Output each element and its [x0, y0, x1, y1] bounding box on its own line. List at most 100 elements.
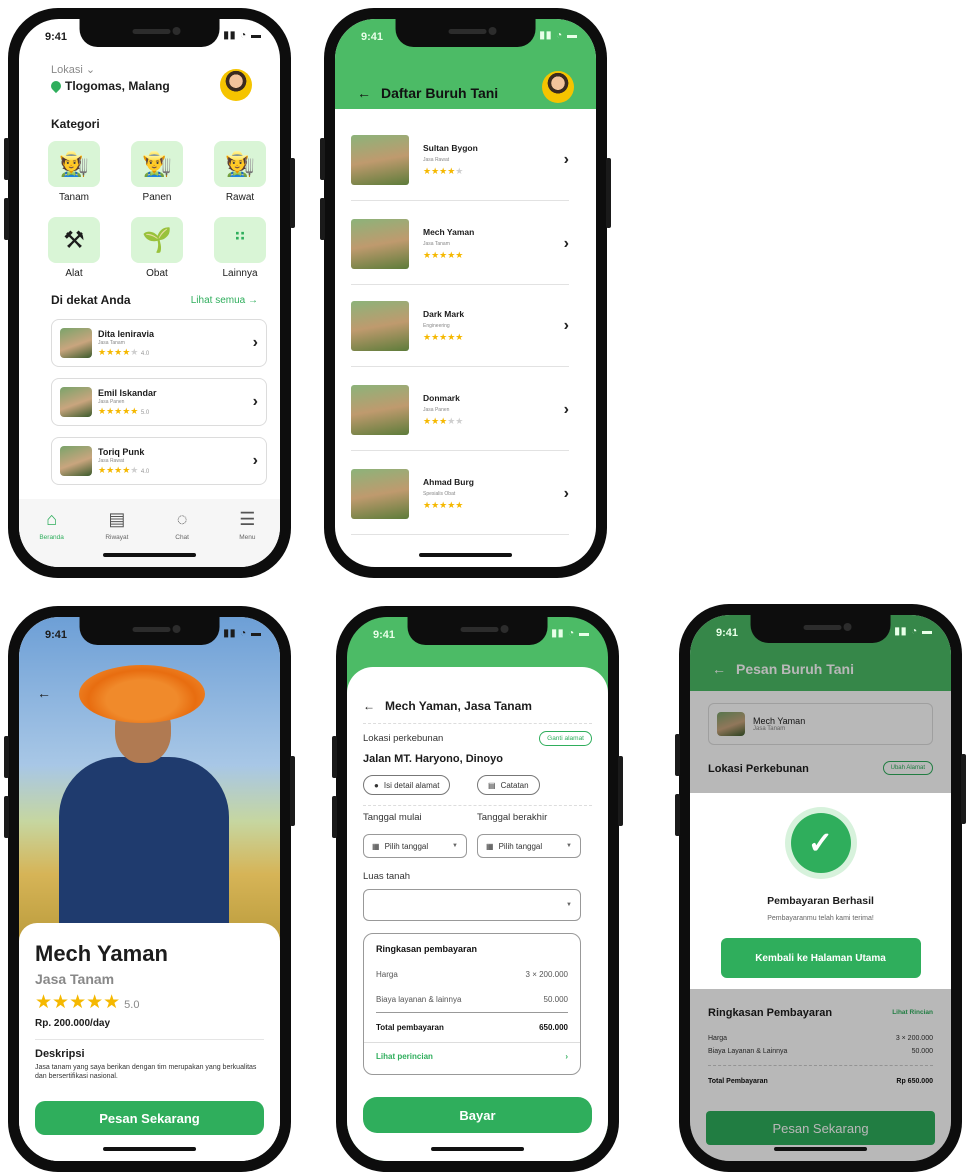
- chevron-right-icon: ›: [563, 234, 569, 252]
- chat-icon: ◌: [176, 509, 188, 529]
- category-lainnya[interactable]: ⠛ Lainnya: [213, 217, 267, 279]
- location-pin-icon: ●: [374, 780, 379, 790]
- calendar-icon: ▦: [486, 841, 494, 851]
- category-panen[interactable]: 👨‍🌾 Panen: [130, 141, 184, 203]
- description-title: Deskripsi: [35, 1048, 85, 1060]
- phone-list: 9:41 ▮▮ ◔ ▬ ← Daftar Buruh Tani Sultan Byg…: [320, 8, 611, 578]
- dropdown-icon: ▼: [566, 843, 572, 849]
- chevron-right-icon: ›: [563, 150, 569, 168]
- home-icon: ⌂: [46, 509, 58, 529]
- worker-hero-photo: [19, 617, 280, 947]
- rating-stars: ★★★★★: [423, 165, 464, 176]
- back-arrow-icon[interactable]: ←: [357, 85, 371, 101]
- phone-order: 9:41 ▮▮ ◔ ▬ ← Mech Yaman, Jasa Tanam Lokas…: [332, 606, 623, 1172]
- pay-button[interactable]: Bayar: [363, 1097, 592, 1133]
- see-all-link[interactable]: Lihat semua →: [191, 295, 258, 306]
- order-screen: 9:41 ▮▮ ◔ ▬ ← Mech Yaman, Jasa Tanam Lokas…: [347, 617, 608, 1161]
- nearby-card[interactable]: Emil Iskandar Jasa Panen ★★★★★ 5.0 ›: [51, 378, 267, 426]
- nav-beranda[interactable]: ⌂ Beranda: [27, 509, 77, 567]
- note-chip[interactable]: ▤ Catatan: [477, 775, 540, 795]
- note-icon: ▤: [488, 780, 496, 790]
- order-now-button[interactable]: Pesan Sekarang: [35, 1101, 264, 1135]
- list-screen: 9:41 ▮▮ ◔ ▬ ← Daftar Buruh Tani Sultan Byg…: [335, 19, 596, 567]
- worker-photo: [351, 218, 409, 269]
- rating-stars: ★★★★★ 4.0: [98, 346, 150, 357]
- start-date-select[interactable]: ▦ Pilih tanggal ▼: [363, 834, 467, 858]
- worker-photo: [60, 328, 92, 358]
- worker-photo: [60, 446, 92, 476]
- nav-menu[interactable]: ☰ Menu: [222, 509, 272, 567]
- back-arrow-icon[interactable]: ←: [363, 699, 375, 713]
- chevron-right-icon: ›: [563, 400, 569, 418]
- worker-row[interactable]: Mech Yaman Jasa Tanam ★★★★★ ›: [351, 203, 569, 285]
- status-time: 9:41: [45, 31, 68, 43]
- order-form-card: ← Mech Yaman, Jasa Tanam Lokasi perkebuna…: [347, 667, 608, 1161]
- rating-stars: ★★★★★: [423, 415, 464, 426]
- modal-subtitle: Pembayaranmu telah kami terima!: [767, 915, 874, 922]
- rating-stars: ★★★★★: [423, 331, 464, 342]
- view-details-link[interactable]: Lihat perincian ›: [376, 1052, 568, 1061]
- rating-stars: ★★★★★ 5.0: [35, 992, 140, 1013]
- land-area-select[interactable]: ▼: [363, 889, 581, 921]
- nav-chat[interactable]: ◌ Chat: [157, 509, 207, 567]
- back-home-button[interactable]: Kembali ke Halaman Utama: [720, 938, 921, 978]
- phone-detail: 9:41 ▮▮ ◔ ▬ ← Mech Yaman Jasa Tanam ★★★★★…: [4, 606, 295, 1172]
- nav-riwayat[interactable]: ▤ Riwayat: [92, 509, 142, 567]
- worker-photo: [351, 384, 409, 435]
- payment-summary: Ringkasan pembayaran Harga 3 × 200.000 Bi…: [363, 933, 581, 1075]
- nearby-card[interactable]: Dita leniravia Jasa Tanam ★★★★★ 4.0 ›: [51, 319, 267, 367]
- worker-photo: [351, 468, 409, 519]
- worker-row[interactable]: Ahmad Burg Spesialis Obat ★★★★★ ›: [351, 453, 569, 535]
- category-rawat[interactable]: 🧑‍🌾 Rawat: [213, 141, 267, 203]
- categories-title: Kategori: [51, 117, 100, 131]
- page-title: Mech Yaman, Jasa Tanam: [385, 699, 532, 713]
- chevron-right-icon: ›: [563, 484, 569, 502]
- chevron-down-icon: ⌄: [85, 64, 96, 76]
- chevron-right-icon: ›: [565, 1052, 568, 1061]
- farmer-icon: 🧑‍🌾: [214, 141, 266, 187]
- rating-stars: ★★★★★: [423, 499, 464, 510]
- worker-job: Jasa Tanam: [35, 971, 115, 987]
- payment-success-modal: ✓ Pembayaran Berhasil Pembayaranmu telah…: [690, 793, 951, 989]
- worker-row[interactable]: Sultan Bygon Jasa Rawat ★★★★★ ›: [351, 119, 569, 201]
- category-obat[interactable]: 🌱 Obat: [130, 217, 184, 279]
- worker-photo: [60, 387, 92, 417]
- detail-screen: 9:41 ▮▮ ◔ ▬ ← Mech Yaman Jasa Tanam ★★★★★…: [19, 617, 280, 1161]
- change-address-button[interactable]: Ganti alamat: [539, 731, 592, 746]
- menu-icon: ☰: [239, 509, 256, 529]
- category-grid: 🧑‍🌾 Tanam 👨‍🌾 Panen 🧑‍🌾 Rawat ⚒ Alat 🌱 Obat ⠛…: [47, 141, 269, 279]
- dropdown-icon: ▼: [452, 843, 458, 849]
- home-screen: 9:41 ▮▮ ◔ ▬ Lokasi ⌄ Tlogomas, Malang Kat…: [19, 19, 280, 567]
- chevron-right-icon: ›: [252, 452, 258, 469]
- avatar[interactable]: [220, 69, 252, 101]
- category-alat[interactable]: ⚒ Alat: [47, 217, 101, 279]
- mockup-canvas: 9:41 ▮▮ ◔ ▬ Lokasi ⌄ Tlogomas, Malang Kat…: [0, 0, 967, 1176]
- worker-row[interactable]: Dark Mark Engineering ★★★★★ ›: [351, 285, 569, 367]
- signal-icons: ▮▮ ◔ ▬: [223, 30, 262, 41]
- nearby-card[interactable]: Toriq Punk Jasa Rawat ★★★★★ 4.0 ›: [51, 437, 267, 485]
- description-text: Jasa tanam yang saya berikan dengan tim …: [35, 1064, 257, 1081]
- location-value[interactable]: Tlogomas, Malang: [48, 78, 170, 94]
- nearby-title: Di dekat Anda: [51, 293, 131, 307]
- worker-photo: [351, 134, 409, 185]
- arrow-right-icon: →: [248, 295, 258, 306]
- checkmark-icon: ✓: [790, 813, 851, 873]
- end-date-select[interactable]: ▦ Pilih tanggal ▼: [477, 834, 581, 858]
- modal-title: Pembayaran Berhasil: [767, 895, 874, 907]
- chevron-right-icon: ›: [563, 316, 569, 334]
- dropdown-icon: ▼: [566, 902, 572, 908]
- location-label[interactable]: Lokasi ⌄: [51, 63, 95, 76]
- back-arrow-icon[interactable]: ←: [37, 685, 51, 701]
- rating-stars: ★★★★★ 5.0: [98, 405, 150, 416]
- phone-success: 9:41 ▮▮ ◔ ▬ ← Pesan Buruh Tani Mech Yaman J…: [675, 604, 966, 1172]
- address-detail-chip[interactable]: ● Isi detail alamat: [363, 775, 451, 795]
- worker-photo: [351, 300, 409, 351]
- avatar[interactable]: [542, 71, 574, 103]
- chevron-right-icon: ›: [252, 334, 258, 351]
- worker-row[interactable]: Donmark Jasa Panen ★★★★★ ›: [351, 369, 569, 451]
- address-value: Jalan MT. Haryono, Dinoyo: [363, 753, 503, 765]
- more-icon: ⠛: [214, 217, 266, 263]
- category-tanam[interactable]: 🧑‍🌾 Tanam: [47, 141, 101, 203]
- success-screen: 9:41 ▮▮ ◔ ▬ ← Pesan Buruh Tani Mech Yaman J…: [690, 615, 951, 1161]
- rating-stars: ★★★★★ 4.0: [98, 464, 150, 475]
